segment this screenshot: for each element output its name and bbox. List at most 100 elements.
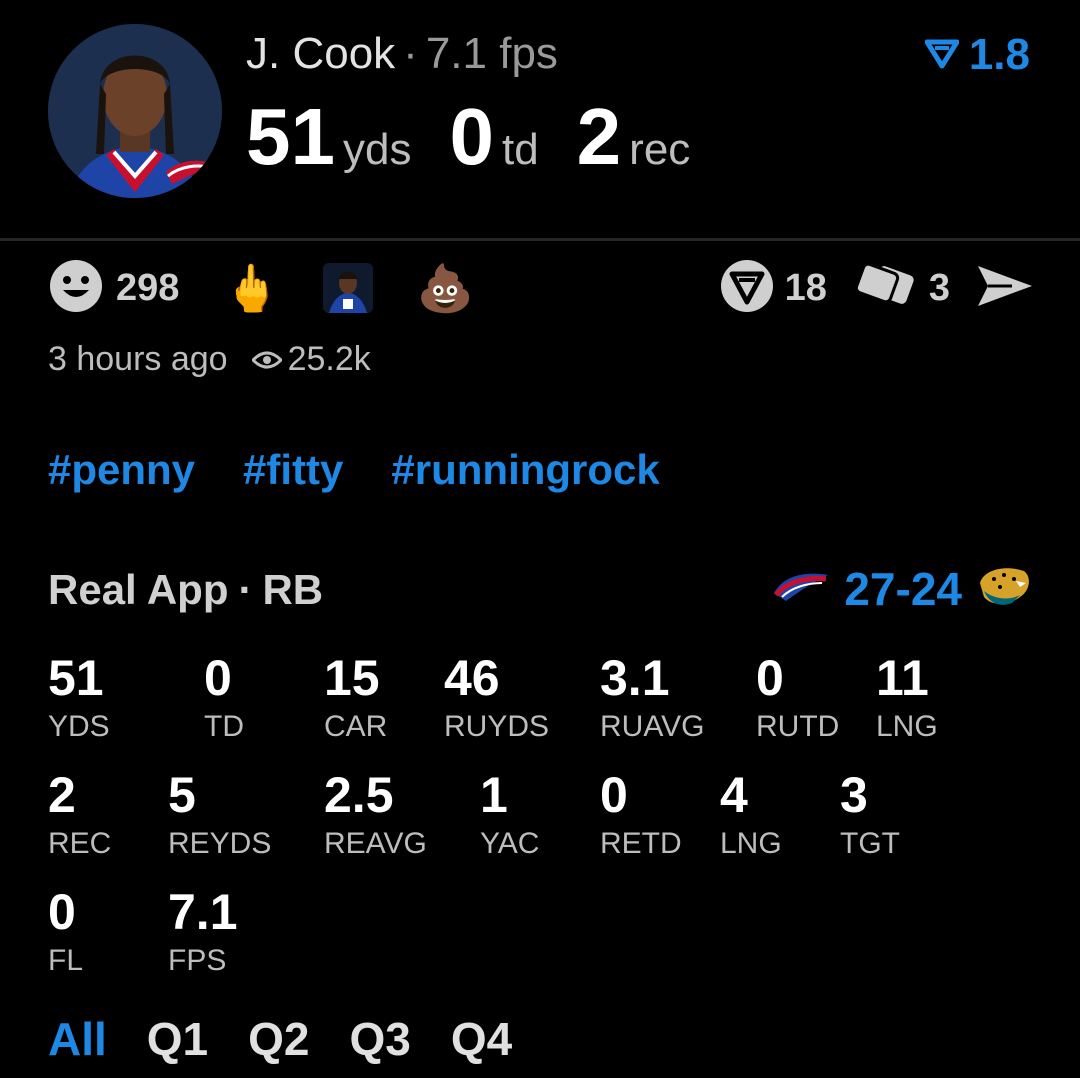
player-position: RB [262,566,324,613]
player-name[interactable]: J. Cook [246,29,395,78]
stat-value: 0 [756,650,784,706]
td-value: 0 [449,92,494,181]
reactions-row: 298 🖕 💩 [48,258,474,318]
tab-q3[interactable]: Q3 [350,1012,411,1066]
player-fps: 7.1 fps [425,29,558,78]
smiley-icon [48,258,104,319]
smiley-count: 298 [116,266,180,309]
stat-yds: 51 YDS [48,650,110,746]
stat-value: 11 [876,650,929,706]
stat-lng: 11 LNG [876,650,938,746]
stat-label: CAR [324,710,388,743]
tab-q1[interactable]: Q1 [147,1012,208,1066]
stat-value: 15 [324,650,380,706]
rating-value: 1.8 [968,30,1030,79]
stat-label: RUTD [756,710,840,743]
stat-reyds: 5 REYDS [168,767,271,863]
time-ago: 3 hours ago [48,340,228,378]
stat-label: YDS [48,710,110,743]
stat-car: 15 CAR [324,650,387,746]
td-unit: td [501,125,539,174]
stat-ruavg: 3.1 RUAVG [600,650,704,746]
game-score-value: 27-24 [844,563,962,615]
rec-value: 2 [576,92,622,181]
yds-unit: yds [342,125,412,174]
cards-count: 3 [928,266,950,309]
yds-value: 51 [246,92,335,181]
jaguars-logo-icon [976,565,1032,614]
post-actions: 18 3 [719,258,1034,318]
stat-retd: 0 RETD [600,767,682,863]
views: 25.2k [250,340,371,379]
tab-all[interactable]: All [48,1012,107,1066]
stat-tgt: 3 TGT [840,767,900,863]
stat-value: 3 [840,767,868,823]
hashtags: #penny #fitty #runningrock [48,446,660,494]
vote-circle-icon[interactable] [719,258,775,319]
stat-fps: 7.1 FPS [168,884,238,980]
stat-label: RUYDS [444,710,550,743]
player-photo-reaction[interactable] [322,263,373,313]
views-count: 25.2k [287,340,371,378]
stat-value: 46 [444,650,500,706]
stat-value: 0 [600,767,628,823]
bills-logo-icon [772,567,830,612]
stat-fl: 0 FL [48,884,83,980]
stat-value: 3.1 [600,650,670,706]
stat-label: YAC [480,827,540,860]
stat-value: 4 [720,767,748,823]
stat-value: 51 [48,650,104,706]
tab-q4[interactable]: Q4 [451,1012,512,1066]
hashtag-link[interactable]: #penny [48,446,195,494]
stat-label: REC [48,827,112,860]
stat-label: LNG [720,827,782,860]
stat-value: 0 [48,884,76,940]
hashtag-link[interactable]: #fitty [243,446,343,494]
stat-value: 5 [168,767,196,823]
stat-label: RETD [600,827,682,860]
divider [0,238,1080,241]
middle-finger-emoji[interactable]: 🖕 [223,263,280,313]
poop-emoji[interactable]: 💩 [417,263,474,313]
stat-label: LNG [876,710,938,743]
stat-value: 7.1 [168,884,238,940]
share-icon[interactable] [976,264,1034,313]
player-title: J. Cook · 7.1 fps [246,28,558,80]
stat-ruyds: 46 RUYDS [444,650,549,746]
stat-label: FL [48,944,84,977]
stat-label: RUAVG [600,710,705,743]
stat-label: REYDS [168,827,272,860]
cards-icon[interactable] [853,260,919,317]
game-source: Real App · RB [48,566,323,614]
stat-lng: 4 LNG [720,767,782,863]
stat-value: 0 [204,650,232,706]
stat-label: TD [204,710,244,743]
headline-stats: 51 yds 0 td 2 rec [246,92,728,182]
stat-rutd: 0 RUTD [756,650,839,746]
stat-value: 2.5 [324,767,394,823]
player-card: J. Cook·7.1 fps 1.8 51 yds 0 td 2 rec [0,0,1080,1078]
hashtag-link[interactable]: #runningrock [391,446,659,494]
stat-td: 0 TD [204,650,244,746]
stat-label: REAVG [324,827,427,860]
eye-icon [250,340,283,379]
post-meta: 3 hours ago 25.2k [48,340,371,379]
stat-reavg: 2.5 REAVG [324,767,427,863]
stat-value: 2 [48,767,76,823]
source-name[interactable]: Real App [48,566,228,613]
player-avatar[interactable] [48,24,222,198]
stat-value: 1 [480,767,508,823]
rec-unit: rec [629,125,691,174]
title-separator: · [403,29,418,78]
tab-q2[interactable]: Q2 [248,1012,309,1066]
quarter-tabs: All Q1 Q2 Q3 Q4 [48,1012,512,1066]
stat-rec: 2 REC [48,767,111,863]
source-separator: · [238,566,253,613]
vote-arrow-icon [924,30,960,80]
stat-label: FPS [168,944,227,977]
vote-count: 18 [784,266,827,309]
game-score[interactable]: 27-24 [772,562,1032,616]
smiley-reaction-button[interactable]: 298 [48,258,179,319]
rating-button[interactable]: 1.8 [924,30,1030,80]
stat-yac: 1 YAC [480,767,539,863]
